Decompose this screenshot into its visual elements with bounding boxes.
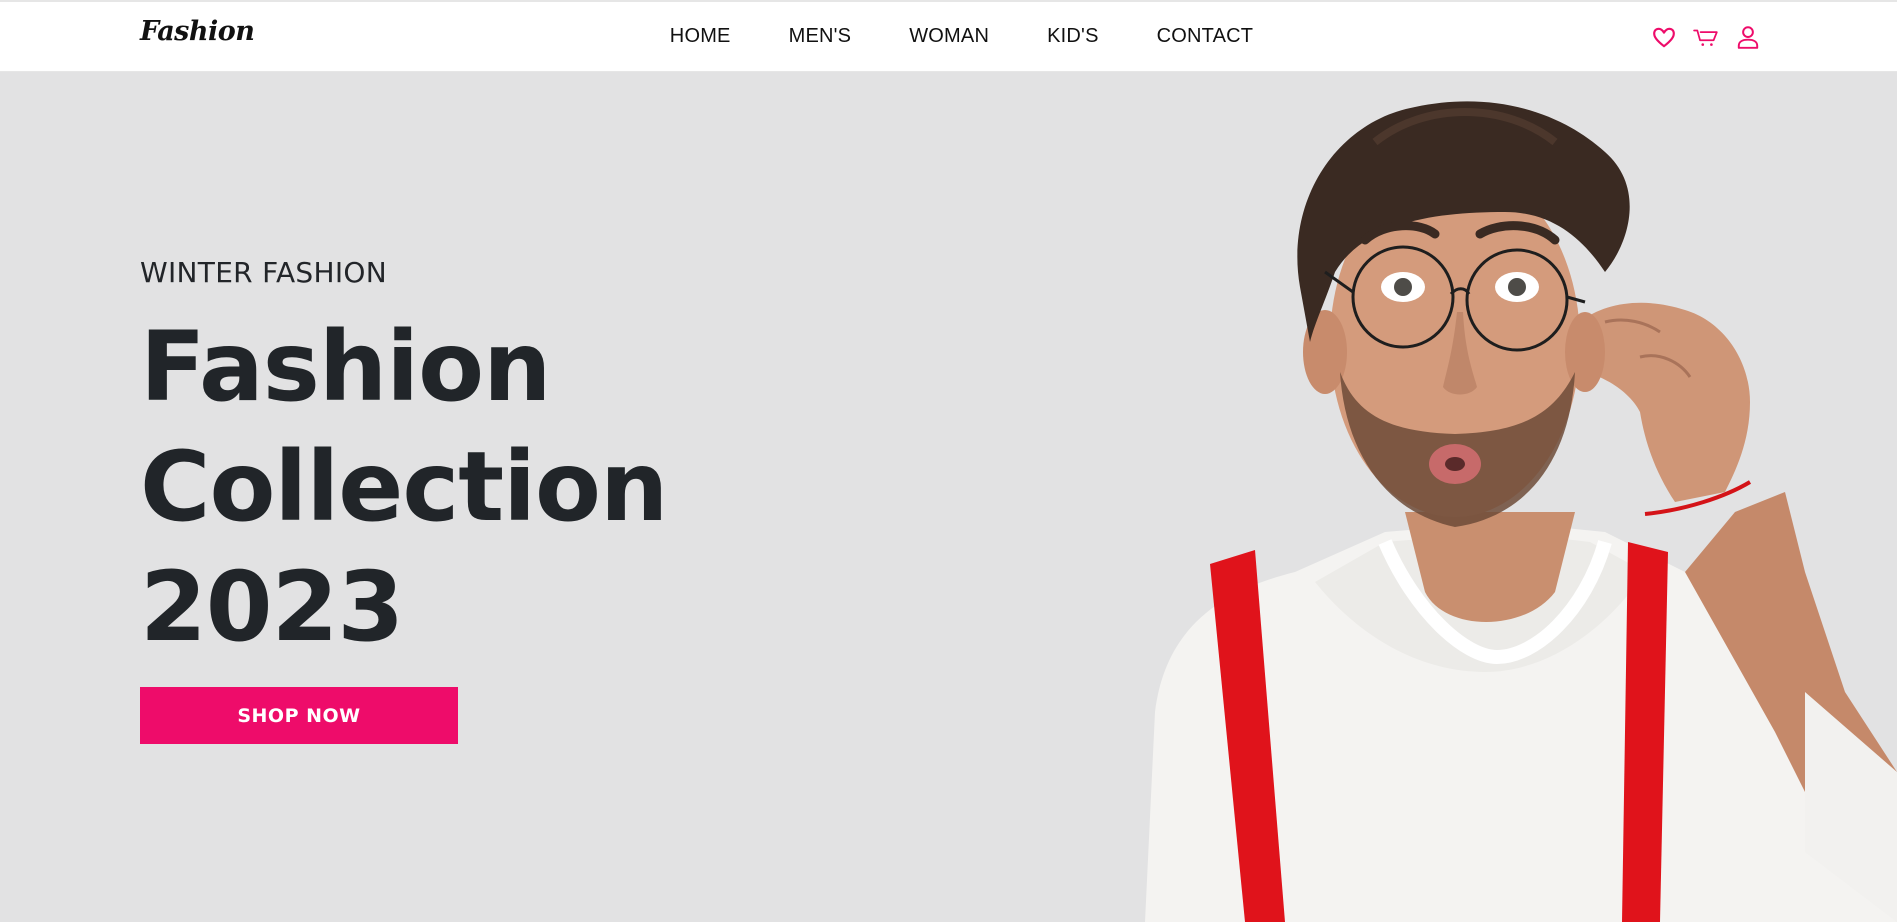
shop-now-button[interactable]: SHOP NOW — [140, 687, 458, 744]
nav-link-woman[interactable]: WOMAN — [909, 25, 989, 48]
brand-logo[interactable]: Fashion — [140, 16, 255, 47]
cart-icon[interactable] — [1693, 24, 1719, 50]
user-icon[interactable] — [1735, 24, 1761, 50]
nav-link-mens[interactable]: MEN'S — [789, 25, 852, 48]
nav-link-contact[interactable]: CONTACT — [1157, 25, 1254, 48]
hero-title: Fashion Collection 2023 — [140, 307, 668, 667]
hero-eyebrow: WINTER FASHION — [140, 256, 387, 289]
top-navbar: Fashion HOME MEN'S WOMAN KID'S CONTACT — [0, 0, 1897, 72]
hero-title-line: 2023 — [140, 551, 404, 663]
main-nav: HOME MEN'S WOMAN KID'S CONTACT — [0, 2, 1897, 74]
hero-text-block: WINTER FASHION Fashion Collection 2023 — [140, 256, 668, 667]
nav-icon-group — [1651, 24, 1761, 50]
hero-model-image — [1085, 72, 1897, 922]
nav-link-home[interactable]: HOME — [670, 25, 731, 48]
hero-section: WINTER FASHION Fashion Collection 2023 S… — [0, 72, 1897, 922]
hero-title-line: Collection — [140, 431, 668, 543]
hero-title-line: Fashion — [140, 311, 551, 423]
nav-link-kids[interactable]: KID'S — [1047, 25, 1099, 48]
heart-icon[interactable] — [1651, 24, 1677, 50]
